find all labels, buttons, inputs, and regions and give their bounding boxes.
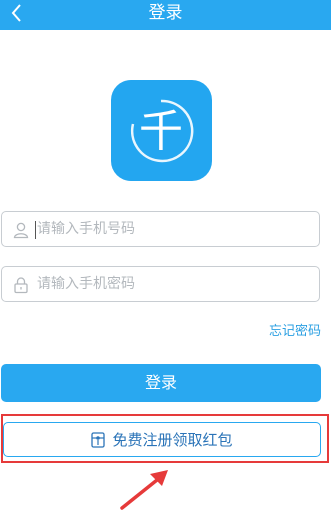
lock-icon xyxy=(14,277,28,294)
phone-input[interactable] xyxy=(37,212,307,246)
header-bar: 登录 xyxy=(0,0,331,30)
gift-icon xyxy=(91,431,106,448)
page-title: 登录 xyxy=(148,3,183,23)
password-field[interactable] xyxy=(1,266,320,302)
phone-field[interactable] xyxy=(1,211,320,247)
app-logo: 千 xyxy=(111,80,212,181)
password-input[interactable] xyxy=(37,267,307,301)
user-icon xyxy=(13,222,29,239)
register-button-label: 免费注册领取红包 xyxy=(112,431,233,449)
logo-glyph: 千 xyxy=(139,106,183,157)
arrow-up-right-icon xyxy=(120,470,168,510)
text-cursor xyxy=(35,221,36,239)
register-button[interactable]: 免费注册领取红包 xyxy=(3,422,321,457)
login-button[interactable]: 登录 xyxy=(1,364,321,402)
forgot-password-link[interactable]: 忘记密码 xyxy=(269,320,321,339)
